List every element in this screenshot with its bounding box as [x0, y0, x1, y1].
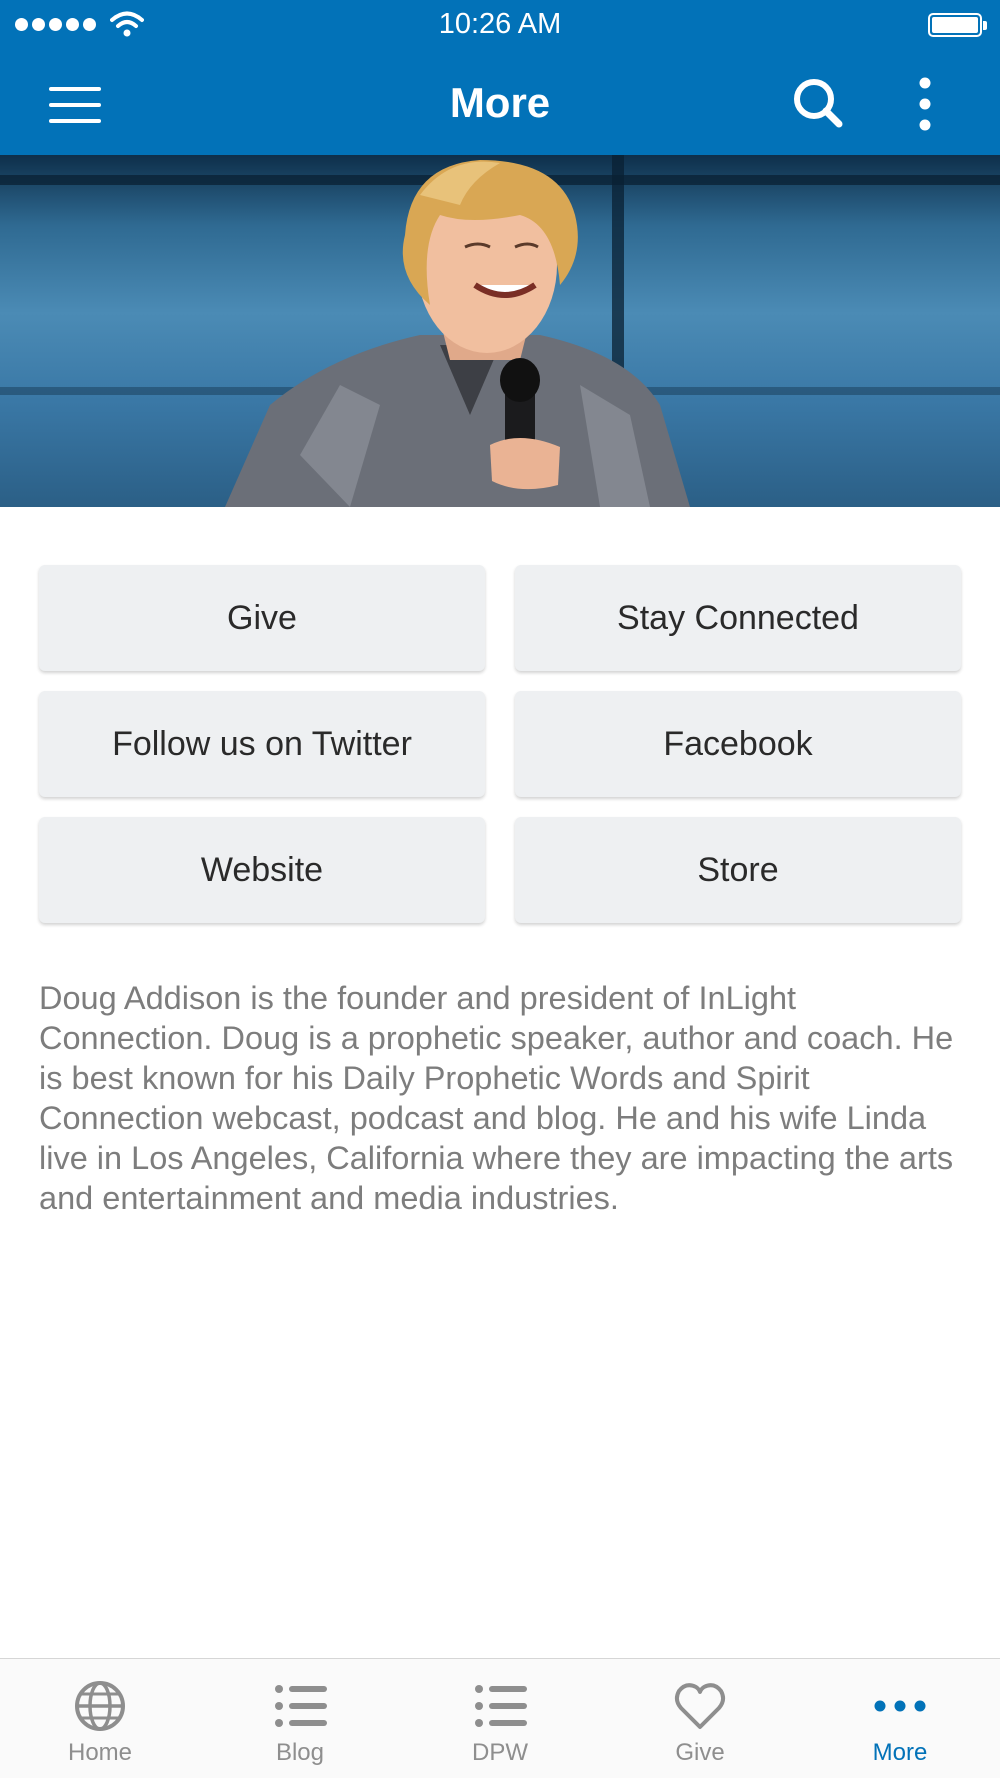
tab-give-label: Give	[675, 1739, 725, 1766]
tab-more[interactable]: More	[800, 1659, 1000, 1778]
top-bar: 10:26 AM More	[0, 0, 1000, 155]
list-icon	[475, 1685, 527, 1727]
status-bar: 10:26 AM	[0, 0, 1000, 50]
globe-icon	[75, 1681, 125, 1731]
hero-image	[0, 155, 1000, 507]
tab-dpw-label: DPW	[472, 1739, 528, 1766]
tab-more-label: More	[872, 1739, 928, 1766]
battery-icon	[928, 13, 987, 37]
heart-icon	[674, 1683, 726, 1729]
search-icon[interactable]	[790, 75, 846, 131]
twitter-button[interactable]: Follow us on Twitter	[39, 691, 485, 797]
horizontal-dots-icon	[874, 1700, 926, 1712]
tab-give[interactable]: Give	[600, 1659, 800, 1778]
list-icon	[275, 1685, 327, 1727]
vertical-dots-icon[interactable]	[900, 75, 950, 137]
status-time: 10:26 AM	[438, 8, 562, 40]
tab-dpw[interactable]: DPW	[400, 1659, 600, 1778]
action-buttons-grid: Give Stay Connected Follow us on Twitter…	[39, 565, 961, 923]
store-button[interactable]: Store	[515, 817, 961, 923]
bio-text: Doug Addison is the founder and presiden…	[39, 980, 954, 1216]
tab-home-label: Home	[67, 1739, 133, 1766]
tab-blog[interactable]: Blog	[200, 1659, 400, 1778]
give-button[interactable]: Give	[39, 565, 485, 671]
facebook-button[interactable]: Facebook	[515, 691, 961, 797]
stay-connected-button[interactable]: Stay Connected	[515, 565, 961, 671]
page-title: More	[449, 79, 551, 126]
tab-home[interactable]: Home	[0, 1659, 200, 1778]
website-button[interactable]: Website	[39, 817, 485, 923]
tab-bar: Home Blog DPW Give More	[0, 1658, 1000, 1778]
tab-blog-label: Blog	[275, 1739, 325, 1766]
navigation-bar: More	[0, 55, 1000, 155]
speaker-photo	[225, 160, 690, 507]
